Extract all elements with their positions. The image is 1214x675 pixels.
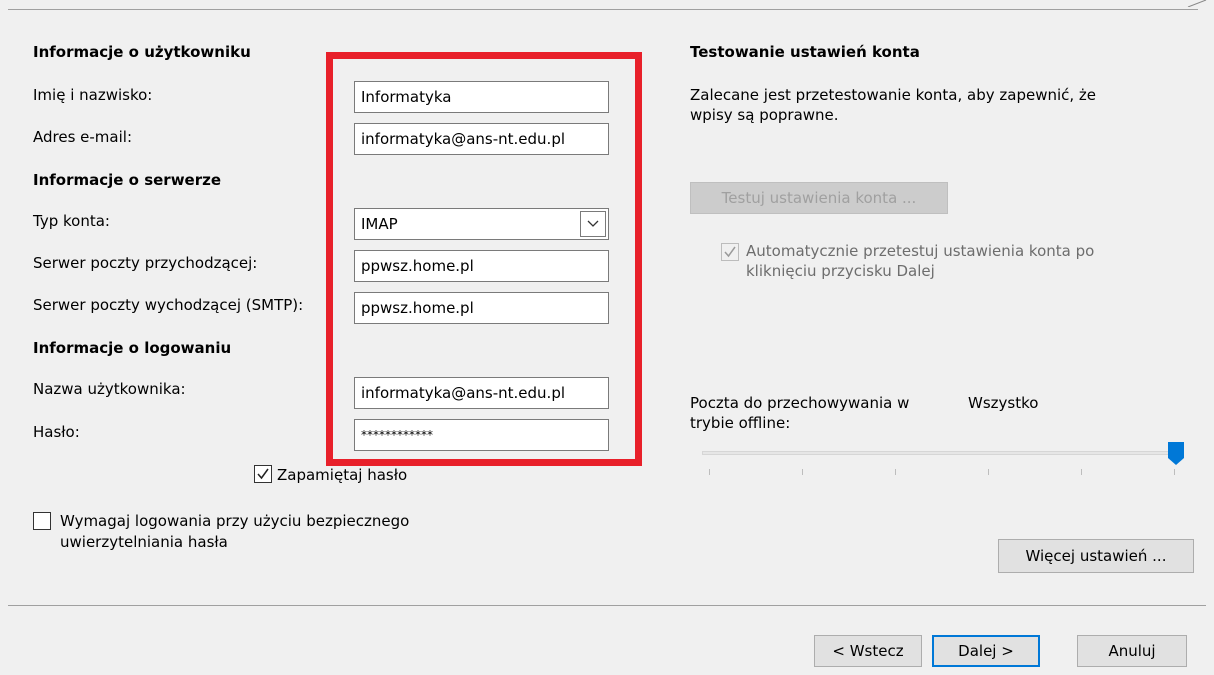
outgoing-server-label: Serwer poczty wychodzącej (SMTP): (33, 296, 304, 314)
slider-tick (1081, 469, 1082, 475)
cancel-button[interactable]: Anuluj (1077, 635, 1187, 667)
account-type-label: Typ konta: (33, 212, 110, 230)
offline-value: Wszystko (968, 394, 1039, 412)
slider-tick (988, 469, 989, 475)
slider-tick (895, 469, 896, 475)
test-description-line1: Zalecane jest przetestowanie konta, aby … (690, 86, 1097, 104)
spa-checkbox[interactable] (33, 512, 51, 530)
user-info-title: Informacje o użytkowniku (33, 43, 251, 61)
remember-password-checkbox[interactable] (254, 465, 272, 483)
auto-test-label-line2: kliknięciu przycisku Dalej (746, 262, 935, 280)
password-label: Hasło: (33, 423, 80, 441)
username-input[interactable]: informatyka@ans-nt.edu.pl (354, 377, 609, 409)
account-type-select[interactable]: IMAP (354, 208, 609, 240)
back-button[interactable]: < Wstecz (814, 635, 922, 667)
account-type-value: IMAP (361, 215, 398, 233)
name-label: Imię i nazwisko: (33, 86, 153, 104)
remember-password-label: Zapamiętaj hasło (277, 466, 408, 484)
slider-tick (802, 469, 803, 475)
slider-tick (1174, 469, 1175, 475)
login-info-title: Informacje o logowaniu (33, 339, 232, 357)
offline-label-line2: trybie offline: (690, 414, 791, 432)
incoming-server-input[interactable]: ppwsz.home.pl (354, 250, 609, 282)
slider-thumb-icon[interactable] (1167, 442, 1185, 466)
spa-label-line1: Wymagaj logowania przy użyciu bezpieczne… (60, 512, 410, 530)
test-description-line2: wpisy są poprawne. (690, 106, 839, 124)
auto-test-label-line1: Automatycznie przetestuj ustawienia kont… (746, 242, 1095, 260)
outgoing-server-input[interactable]: ppwsz.home.pl (354, 292, 609, 324)
auto-test-checkbox[interactable] (721, 243, 739, 261)
slider-tick (709, 469, 710, 475)
email-label: Adres e-mail: (33, 128, 133, 146)
checkmark-icon (724, 246, 736, 258)
corner-mark-icon (1187, 0, 1207, 7)
spa-label-line2: uwierzytelniania hasła (60, 533, 228, 551)
email-input[interactable]: informatyka@ans-nt.edu.pl (354, 123, 609, 155)
top-divider (8, 9, 1198, 10)
username-label: Nazwa użytkownika: (33, 380, 186, 398)
checkmark-icon (257, 468, 269, 480)
chevron-down-icon[interactable] (580, 211, 606, 237)
offline-label-line1: Poczta do przechowywania w (690, 394, 910, 412)
server-info-title: Informacje o serwerze (33, 171, 222, 189)
footer-divider (8, 605, 1206, 606)
incoming-server-label: Serwer poczty przychodzącej: (33, 254, 258, 272)
test-account-button[interactable]: Testuj ustawienia konta ... (690, 182, 948, 214)
more-settings-button[interactable]: Więcej ustawień ... (998, 539, 1194, 573)
password-input[interactable]: ************ (354, 419, 609, 451)
test-settings-title: Testowanie ustawień konta (690, 43, 920, 61)
next-button[interactable]: Dalej > (932, 635, 1040, 667)
name-input[interactable]: Informatyka (354, 81, 609, 113)
offline-slider-track[interactable] (702, 451, 1176, 455)
